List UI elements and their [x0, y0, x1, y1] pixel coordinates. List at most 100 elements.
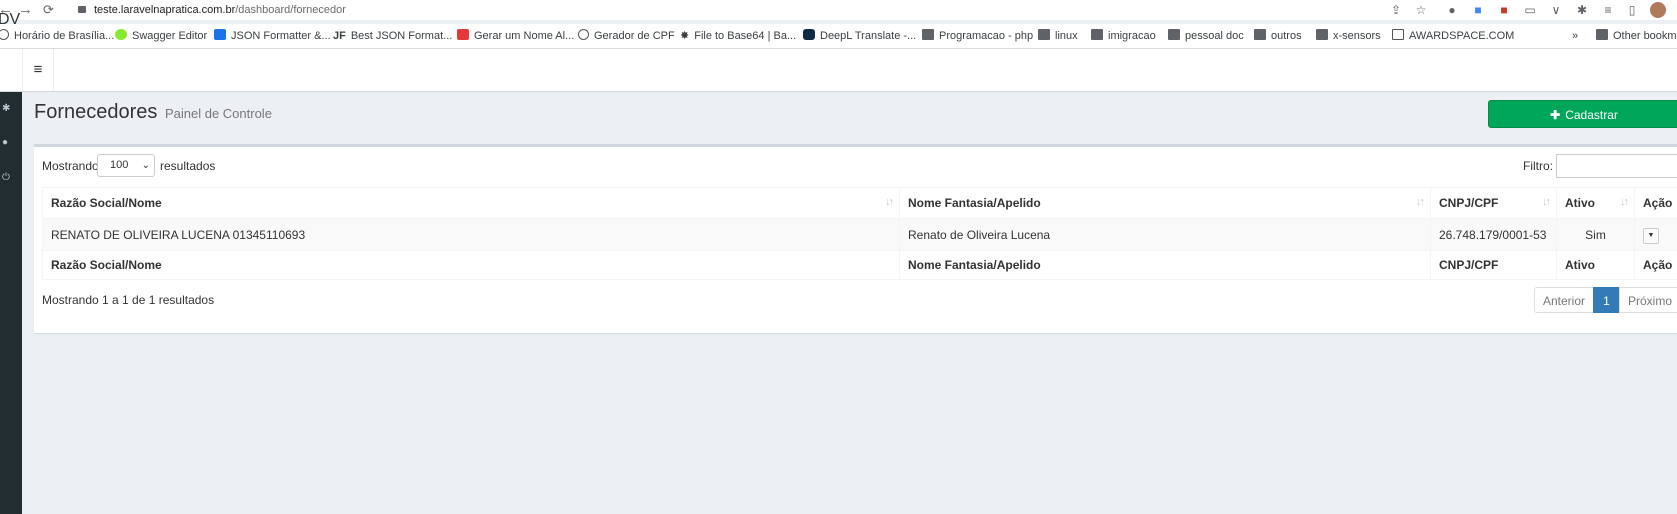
- column-label: Nome Fantasia/Apelido: [908, 196, 1041, 210]
- bookmark-imigracao[interactable]: imigracao: [1091, 28, 1156, 44]
- dashboard-icon[interactable]: ✱: [2, 103, 14, 115]
- share-icon[interactable]: ⇪: [1388, 2, 1404, 18]
- menu-toggle-icon[interactable]: ≡: [22, 49, 54, 91]
- cell-fantasia: Renato de Oliveira Lucena: [899, 218, 1431, 251]
- bookmark-horario[interactable]: Horário de Brasília...: [0, 28, 114, 44]
- globe-icon: [578, 29, 589, 40]
- bookmark-label: pessoal doc: [1185, 30, 1244, 42]
- column-header-cnpj[interactable]: CNPJ/CPF ↓↑: [1430, 187, 1557, 219]
- add-supplier-button[interactable]: ✚ Cadastrar: [1488, 100, 1677, 128]
- table-header-row: Razão Social/Nome ↓↑ Nome Fantasia/Apelid…: [42, 187, 1677, 219]
- page-size-select[interactable]: 100 ⌄: [97, 154, 155, 177]
- url-field[interactable]: teste.laravelnapratica.com.br/dashboard/…: [78, 0, 346, 20]
- column-header-fantasia[interactable]: Nome Fantasia/Apelido ↓↑: [899, 187, 1431, 219]
- queue-icon[interactable]: ≡: [1600, 2, 1616, 18]
- bookmark-label: DeepL Translate -...: [820, 30, 917, 42]
- users-icon[interactable]: ●: [2, 137, 14, 149]
- bookmark-json-formatter[interactable]: JSON Formatter &...: [214, 28, 331, 44]
- sort-icon: ↓↑: [885, 196, 894, 208]
- page-icon: [1392, 29, 1404, 40]
- bookmark-label: Other bookma: [1613, 30, 1677, 42]
- forward-icon[interactable]: →: [18, 1, 33, 18]
- bookmark-label: x-sensors: [1333, 30, 1381, 42]
- extension-icon[interactable]: ●: [1444, 2, 1460, 18]
- bookmark-programacao[interactable]: Programacao - php: [922, 28, 1033, 44]
- folder-icon: [1596, 29, 1608, 40]
- page-title-text: Fornecedores: [34, 101, 158, 123]
- avatar[interactable]: [1650, 2, 1666, 18]
- power-icon[interactable]: ⏻: [2, 172, 14, 184]
- footer-acao: Ação: [1634, 250, 1677, 280]
- sidepanel-icon[interactable]: ▯: [1624, 2, 1640, 18]
- clock-icon: [0, 29, 9, 40]
- bookmark-label: linux: [1055, 30, 1078, 42]
- checkbox-icon: [214, 29, 226, 40]
- bookmark-awardspace[interactable]: AWARDSPACE.COM: [1392, 28, 1514, 44]
- bookmark-label: File to Base64 | Ba...: [694, 30, 797, 42]
- bookmark-label: Swagger Editor: [132, 30, 208, 42]
- bookmark-label: AWARDSPACE.COM: [1409, 30, 1515, 42]
- filter-input[interactable]: [1556, 154, 1677, 178]
- folder-icon: [1254, 29, 1266, 40]
- bookmark-other[interactable]: Other bookma: [1596, 28, 1677, 44]
- cell-acao: ▼: [1634, 218, 1677, 251]
- folder-icon: [1168, 29, 1180, 40]
- bookmark-base64[interactable]: ✸ File to Base64 | Ba...: [680, 28, 796, 44]
- bookmark-gerar-nome[interactable]: Gerar um Nome Al...: [457, 28, 574, 44]
- pagination-prev[interactable]: Anterior: [1534, 287, 1594, 313]
- star-icon[interactable]: ☆: [1413, 2, 1429, 18]
- car-icon[interactable]: ▭: [1522, 2, 1538, 18]
- bookmark-gerador-cpf[interactable]: Gerador de CPF: [578, 28, 675, 44]
- browser-address-bar: ← → ⟳ teste.laravelnapratica.com.br/dash…: [0, 0, 1677, 20]
- bookmark-label: Best JSON Format...: [350, 30, 453, 42]
- jf-icon: JF: [333, 30, 346, 42]
- bookmark-label: Gerador de CPF: [594, 30, 675, 42]
- sidebar: ✱ ● ⏻: [0, 92, 22, 514]
- reload-icon[interactable]: ⟳: [43, 2, 54, 18]
- lock-icon: [78, 6, 86, 13]
- bookmarks-overflow-icon[interactable]: »: [1572, 28, 1578, 44]
- page-title: Fornecedores Painel de Controle: [34, 101, 272, 124]
- cell-cnpj: 26.748.179/0001-53: [1430, 218, 1557, 251]
- translate-icon[interactable]: ■: [1470, 2, 1486, 18]
- bookmark-pessoal-doc[interactable]: pessoal doc: [1168, 28, 1244, 44]
- pagination-next[interactable]: Próximo: [1619, 287, 1677, 313]
- footer-cnpj: CNPJ/CPF: [1430, 250, 1557, 280]
- bookmark-swagger[interactable]: Swagger Editor: [115, 28, 207, 44]
- bookmark-outros[interactable]: outros: [1254, 28, 1302, 44]
- column-label: Razão Social/Nome: [51, 196, 162, 210]
- footer-razao: Razão Social/Nome: [42, 250, 900, 280]
- folder-icon: [922, 29, 934, 40]
- column-label: Ativo: [1565, 196, 1595, 210]
- bug-icon: ✸: [680, 30, 690, 42]
- folder-icon: [1316, 29, 1328, 40]
- bookmark-label: Gerar um Nome Al...: [474, 30, 575, 42]
- plus-icon: ✚: [1550, 108, 1561, 122]
- bookmarks-bar: Horário de Brasília... Swagger Editor JS…: [0, 24, 1677, 49]
- chevron-down-icon: ⌄: [141, 160, 150, 171]
- bookmark-best-json[interactable]: JF Best JSON Format...: [333, 28, 452, 44]
- showing-suffix: resultados: [160, 159, 216, 173]
- puzzle-icon[interactable]: ✱: [1574, 2, 1590, 18]
- bookmark-linux[interactable]: linux: [1038, 28, 1078, 44]
- column-header-razao[interactable]: Razão Social/Nome ↓↑: [42, 187, 900, 219]
- deepl-icon: [803, 29, 815, 40]
- bookmark-label: outros: [1271, 30, 1302, 42]
- sort-icon: ↓↑: [1542, 196, 1551, 208]
- sort-icon: ↓↑: [1620, 196, 1629, 208]
- bookmark-deepl[interactable]: DeepL Translate -...: [803, 28, 916, 44]
- f-icon: [457, 29, 469, 40]
- row-actions-dropdown-icon[interactable]: ▼: [1643, 227, 1659, 244]
- ublock-icon[interactable]: ■: [1496, 2, 1512, 18]
- app-logo[interactable]: DV: [0, 11, 20, 29]
- column-header-ativo[interactable]: Ativo ↓↑: [1556, 187, 1635, 219]
- page-size-value: 100: [110, 159, 129, 171]
- folder-icon: [1038, 29, 1050, 40]
- cell-razao: RENATO DE OLIVEIRA LUCENA 01345110693: [42, 218, 900, 251]
- pagination-page-1[interactable]: 1: [1593, 287, 1620, 313]
- vue-icon[interactable]: ∨: [1548, 2, 1564, 18]
- bookmark-x-sensors[interactable]: x-sensors: [1316, 28, 1381, 44]
- suppliers-table: Razão Social/Nome ↓↑ Nome Fantasia/Apelid…: [42, 187, 1677, 280]
- page-subtitle: Painel de Controle: [164, 106, 272, 121]
- bookmark-label: Programacao - php: [939, 30, 1034, 42]
